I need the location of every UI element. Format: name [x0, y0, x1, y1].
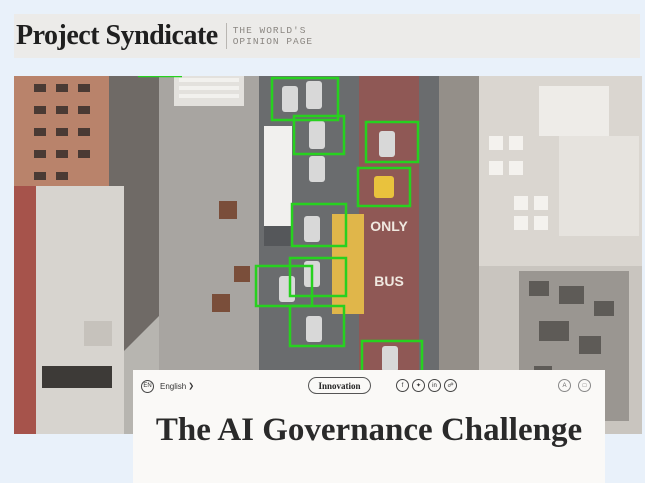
- language-label: English: [160, 381, 187, 391]
- tagline: THE WORLD'S OPINION PAGE: [225, 23, 314, 49]
- masthead: Project Syndicate THE WORLD'S OPINION PA…: [14, 14, 640, 58]
- chevron-down-icon: ❯: [188, 383, 195, 390]
- facebook-icon[interactable]: f: [396, 379, 409, 392]
- bookmark-icon[interactable]: □: [578, 379, 591, 392]
- twitter-icon[interactable]: ✦: [412, 379, 425, 392]
- article-card: EN English ❯ Innovation f ✦ in ☍ A □ The…: [133, 370, 605, 483]
- font-size-icon[interactable]: A: [558, 379, 571, 392]
- language-selector[interactable]: EN English ❯: [141, 379, 195, 393]
- share-icons: f ✦ in ☍: [396, 379, 457, 392]
- link-icon[interactable]: ☍: [444, 379, 457, 392]
- road-marking-bus: BUS: [374, 273, 404, 289]
- road-marking-only: ONLY: [370, 218, 408, 234]
- article-headline: The AI Governance Challenge: [155, 412, 583, 448]
- site-logo[interactable]: Project Syndicate: [14, 22, 218, 50]
- tagline-line-2: OPINION PAGE: [232, 36, 314, 47]
- linkedin-icon[interactable]: in: [428, 379, 441, 392]
- category-tag[interactable]: Innovation: [308, 377, 371, 394]
- article-toolbar: EN English ❯ Innovation f ✦ in ☍ A □: [141, 376, 597, 396]
- article-actions: A □: [558, 379, 593, 392]
- language-code-badge: EN: [141, 379, 154, 393]
- tagline-line-1: THE WORLD'S: [232, 25, 307, 36]
